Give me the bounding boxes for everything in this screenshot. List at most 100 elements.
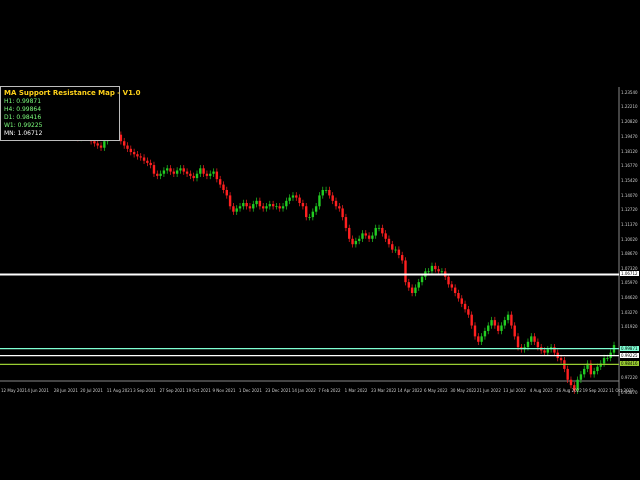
- candle-body: [364, 233, 367, 236]
- candle: [166, 165, 169, 174]
- candle: [275, 203, 278, 210]
- candle-body: [245, 203, 248, 207]
- candle: [477, 333, 480, 346]
- candle: [460, 295, 463, 308]
- candle: [404, 257, 407, 286]
- candle: [410, 284, 414, 297]
- candle: [483, 327, 487, 340]
- candle: [334, 197, 338, 210]
- candle: [119, 131, 123, 145]
- price-tick-label: 1.22210: [621, 104, 638, 110]
- candle: [463, 300, 467, 313]
- candle: [248, 203, 252, 212]
- candle-body: [169, 168, 172, 172]
- candle-body: [185, 171, 189, 174]
- candle-body: [235, 208, 238, 212]
- date-tick-label: 1 Mar 2022: [344, 388, 368, 393]
- candle: [295, 192, 298, 201]
- candle-body: [215, 171, 219, 180]
- date-tick-label: 11 Oct 2022: [609, 388, 634, 393]
- date-tick-label: 23 Mar 2022: [371, 388, 397, 393]
- candle-body: [301, 203, 305, 207]
- candle-body: [344, 217, 348, 228]
- candle-body: [166, 168, 169, 171]
- candle: [235, 205, 238, 215]
- candle-body: [278, 206, 281, 209]
- candle-body: [189, 173, 192, 176]
- price-tick-label: 1.18120: [621, 148, 638, 154]
- candle: [162, 167, 166, 177]
- candle-body: [126, 145, 129, 149]
- candle-body: [391, 244, 394, 250]
- candle-body: [318, 195, 321, 207]
- candle: [586, 360, 589, 373]
- candle-body: [543, 350, 546, 353]
- candle: [338, 203, 341, 212]
- price-tick-label: 1.16770: [621, 163, 638, 169]
- candle: [314, 203, 318, 215]
- date-tick-label: 14 Apr 2022: [397, 388, 423, 393]
- candle: [377, 224, 381, 232]
- candle: [506, 311, 510, 324]
- w1-value: W1: 0.99225: [4, 122, 43, 129]
- candle-body: [473, 325, 477, 337]
- h4-value: H4: 0.99864: [4, 106, 42, 113]
- candle-body: [450, 284, 454, 288]
- candle-body: [305, 206, 308, 218]
- candle-body: [513, 325, 516, 337]
- candle-body: [149, 162, 152, 166]
- candle-body: [592, 371, 596, 375]
- candle: [344, 213, 348, 232]
- candle: [500, 322, 503, 335]
- candle: [414, 284, 417, 297]
- candle-body: [430, 265, 434, 272]
- candle: [271, 200, 275, 210]
- candle: [305, 203, 308, 221]
- candle: [156, 170, 159, 180]
- price-tick-label: 1.23540: [621, 89, 638, 95]
- candle: [129, 145, 133, 156]
- candle: [225, 186, 228, 199]
- candle: [209, 170, 212, 180]
- candle: [374, 224, 377, 239]
- candle-body: [503, 320, 506, 326]
- candle: [490, 316, 493, 329]
- candle: [348, 224, 351, 243]
- candle-body: [414, 287, 417, 293]
- candle-body: [367, 235, 371, 239]
- date-tick-label: 26 Aug 2022: [556, 388, 582, 393]
- candle-body: [470, 314, 473, 326]
- candle-body: [440, 271, 444, 273]
- candle-body: [437, 269, 440, 272]
- candle: [467, 306, 470, 318]
- price-tick-label: 1.12720: [621, 207, 638, 213]
- candle-body: [199, 168, 202, 174]
- candle: [195, 170, 199, 182]
- candle: [533, 333, 536, 346]
- candle: [328, 186, 331, 199]
- candle-body: [348, 227, 351, 239]
- candle-body: [559, 358, 563, 361]
- candle: [291, 192, 295, 201]
- date-tick-label: 28 Jun 2021: [53, 388, 78, 393]
- candle-body: [434, 265, 437, 270]
- date-tick-label: 1 Dec 2021: [238, 388, 262, 393]
- candle: [381, 224, 384, 237]
- candle-body: [281, 206, 285, 209]
- candle: [596, 363, 599, 375]
- candle-body: [136, 154, 139, 157]
- candle-body: [334, 200, 338, 207]
- candle-body: [222, 184, 225, 190]
- candle-body: [351, 238, 354, 245]
- candle-body: [93, 141, 96, 144]
- candle-body: [271, 204, 275, 207]
- candle-body: [122, 141, 126, 146]
- candle: [341, 205, 344, 221]
- candle: [394, 246, 397, 253]
- candle: [496, 322, 500, 335]
- candle-body: [132, 152, 136, 155]
- candle: [357, 235, 361, 245]
- candle: [308, 213, 311, 221]
- date-tick-label: 7 Feb 2022: [318, 388, 341, 393]
- candle-body: [146, 160, 149, 163]
